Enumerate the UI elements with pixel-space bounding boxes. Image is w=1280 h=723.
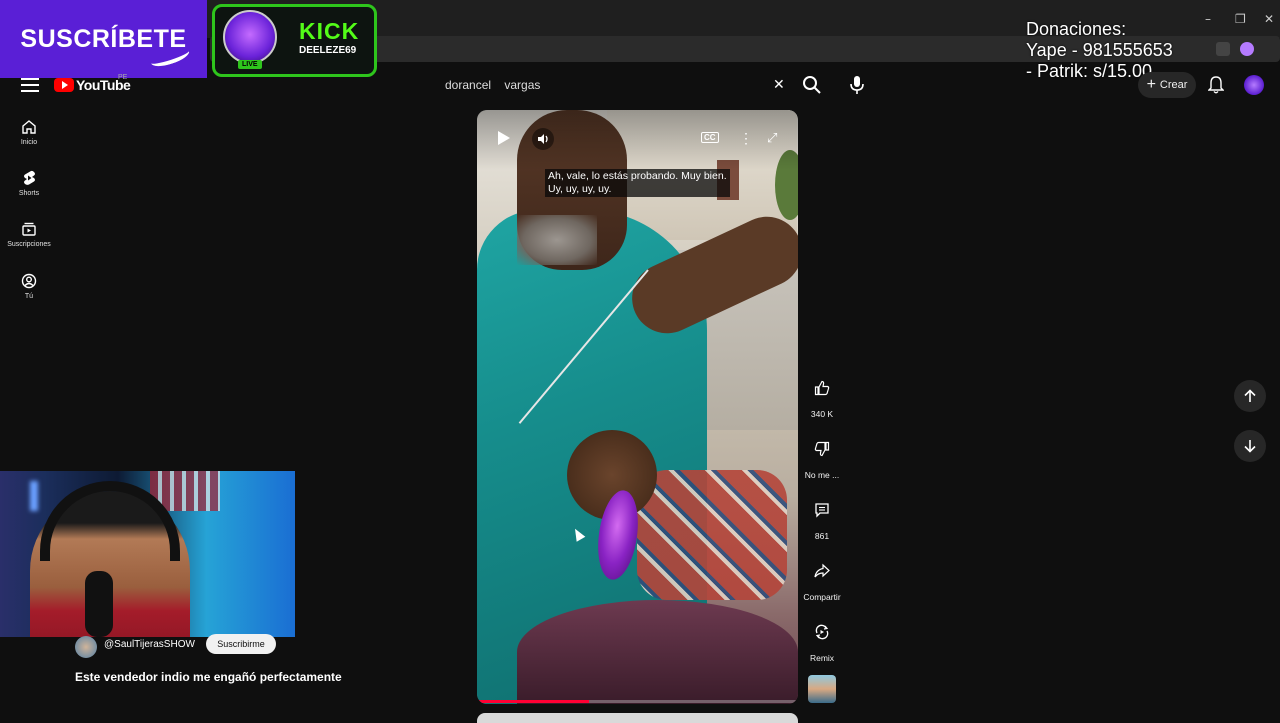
subscriptions-icon	[22, 222, 36, 236]
video-scene-basket	[517, 600, 798, 704]
remix-label: Remix	[809, 653, 835, 663]
notifications-bell-icon[interactable]	[1208, 76, 1224, 94]
dislike-circle	[807, 434, 837, 464]
sidebar-label-shorts: Shorts	[18, 190, 40, 197]
microphone	[85, 571, 113, 637]
home-icon	[22, 120, 36, 134]
sidebar-item-suscripciones[interactable]: Suscripciones	[4, 221, 54, 248]
share-circle	[807, 556, 837, 586]
webcam-overlay	[0, 471, 295, 637]
more-options-icon[interactable]: ⋮	[739, 130, 753, 147]
video-scene-beard	[517, 215, 597, 265]
next-short-button[interactable]	[1234, 430, 1266, 462]
microphone-icon[interactable]	[848, 75, 866, 95]
sidebar-item-tu[interactable]: Tú	[4, 273, 54, 300]
caption-line-1: Ah, vale, lo estás probando. Muy bien.	[548, 170, 727, 182]
plus-icon: +	[1146, 76, 1156, 93]
progress-fill	[477, 700, 590, 703]
create-button[interactable]: + Crear	[1138, 72, 1196, 98]
comments-button[interactable]: 861	[798, 495, 846, 541]
like-button[interactable]: 340 K	[798, 373, 846, 419]
previous-short-button[interactable]	[1234, 380, 1266, 412]
short-title[interactable]: Este vendedor indio me engañó perfectame…	[75, 670, 342, 684]
share-button[interactable]: Compartir	[798, 556, 846, 602]
video-caption: Ah, vale, lo estás probando. Muy bien. U…	[545, 169, 730, 197]
shorts-icon	[24, 170, 35, 185]
youtube-logo-icon[interactable]	[54, 78, 74, 92]
arrow-down-icon	[1244, 440, 1256, 453]
volume-icon	[538, 134, 548, 144]
dislike-label: No me ...	[804, 470, 840, 480]
share-icon	[814, 563, 830, 578]
search-icon[interactable]	[802, 75, 822, 95]
live-badge: LIVE	[238, 60, 262, 69]
arrow-up-icon	[1244, 389, 1256, 402]
clear-search-icon[interactable]: ✕	[773, 76, 785, 93]
donations-yape: Yape - 981555653	[1026, 40, 1173, 60]
subscribe-button[interactable]: Suscribirme	[206, 634, 276, 654]
remix-icon	[815, 624, 829, 640]
extension-icon[interactable]	[1216, 42, 1230, 56]
restore-icon[interactable]: ❐	[1235, 12, 1246, 26]
subscribe-overlay: SUSCRÍBETE	[0, 0, 207, 78]
kick-avatar	[223, 10, 277, 64]
create-label: Crear	[1159, 79, 1188, 91]
webcam-background-light	[30, 481, 38, 511]
comments-circle	[807, 495, 837, 525]
you-icon	[21, 273, 37, 289]
captions-button[interactable]: CC	[701, 132, 719, 143]
volume-button[interactable]	[532, 128, 554, 150]
remix-button[interactable]: Remix	[798, 617, 846, 663]
minimize-icon[interactable]: –	[1205, 12, 1211, 26]
like-circle	[807, 373, 837, 403]
thumbs-up-icon	[814, 380, 830, 396]
country-code: PE	[118, 74, 128, 81]
kick-logo: KICK	[299, 18, 360, 44]
fullscreen-icon[interactable]: ⤢	[767, 130, 777, 146]
profile-icon[interactable]	[1240, 42, 1254, 56]
caption-line-2: Uy, uy, uy, uy.	[548, 183, 612, 195]
donations-title: Donaciones:	[1026, 19, 1127, 39]
close-window-icon[interactable]: ✕	[1264, 12, 1274, 26]
short-video-player[interactable]: CC ⋮ ⤢ Ah, vale, lo estás probando. Muy …	[477, 110, 798, 704]
sidebar-label-tu: Tú	[24, 293, 34, 300]
thumbs-down-icon	[814, 441, 830, 457]
like-count: 340 K	[810, 409, 834, 419]
share-label: Compartir	[803, 592, 841, 602]
sidebar-item-shorts[interactable]: Shorts	[4, 170, 54, 197]
search-input[interactable]: dorancel vargas	[445, 78, 540, 92]
channel-name[interactable]: @SaulTijerasSHOW	[104, 639, 195, 650]
channel-avatar[interactable]	[75, 636, 97, 658]
comments-count: 861	[814, 531, 830, 541]
subscribe-overlay-text: SUSCRÍBETE	[20, 24, 187, 53]
dislike-button[interactable]: No me ...	[798, 434, 846, 480]
menu-icon[interactable]	[21, 78, 39, 92]
audio-source-thumbnail[interactable]	[808, 675, 836, 703]
play-icon[interactable]	[497, 130, 511, 146]
video-scene-cloth	[637, 470, 787, 600]
comment-icon	[815, 503, 829, 518]
sidebar-label-suscripciones: Suscripciones	[7, 241, 51, 248]
account-avatar[interactable]	[1244, 75, 1264, 95]
kick-username: DEELEZE69	[299, 45, 357, 56]
sidebar-label-inicio: Inicio	[20, 139, 38, 146]
sidebar-item-inicio[interactable]: Inicio	[4, 119, 54, 146]
remix-circle	[807, 617, 837, 647]
next-short-preview[interactable]	[477, 713, 798, 723]
